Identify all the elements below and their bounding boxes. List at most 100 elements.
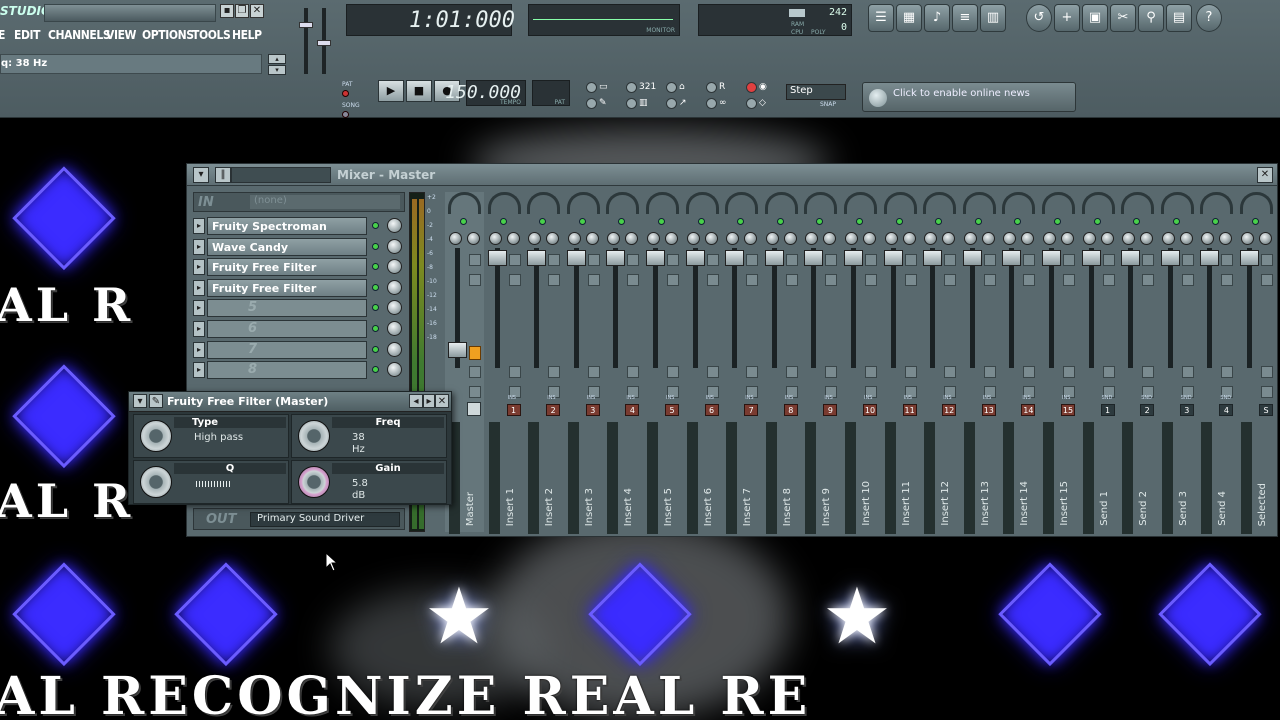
route-button[interactable]: 14 xyxy=(1021,404,1036,416)
mixer-strip-insert-1[interactable]: INS 1 Insert 1 xyxy=(485,192,524,534)
slot-mix-knob[interactable] xyxy=(387,341,402,357)
slot-menu-icon[interactable]: ▸ xyxy=(193,218,205,234)
volume-fader[interactable] xyxy=(764,250,784,266)
menu-file[interactable]: E xyxy=(0,28,5,42)
invert-phase-icon[interactable] xyxy=(983,254,996,266)
hint-scroll-down-icon[interactable]: ▾ xyxy=(268,65,286,75)
route-button[interactable]: 1 xyxy=(1100,404,1115,416)
swap-lr-icon[interactable] xyxy=(469,274,481,286)
pan-knob[interactable] xyxy=(845,232,858,245)
volume-fader[interactable] xyxy=(566,250,586,266)
slot-menu-icon[interactable]: ▸ xyxy=(193,279,205,296)
restore-button[interactable]: ❐ xyxy=(235,4,249,18)
invert-phase-icon[interactable] xyxy=(667,254,679,266)
prev-preset-icon[interactable]: ◂ xyxy=(409,394,423,408)
record-arm-icon[interactable] xyxy=(1221,366,1234,378)
channel-enable-led-icon[interactable] xyxy=(974,218,982,225)
route-button[interactable]: 4 xyxy=(1219,404,1234,416)
help-icon[interactable]: ? xyxy=(1196,4,1222,32)
volume-track[interactable] xyxy=(1167,248,1173,368)
swap-lr-icon[interactable] xyxy=(1142,274,1155,286)
volume-fader[interactable] xyxy=(685,250,705,266)
slot-name[interactable]: Fruity Free Filter xyxy=(207,278,367,297)
route-button[interactable]: 2 xyxy=(1140,404,1155,416)
menu-options[interactable]: OPTIONS xyxy=(142,28,194,42)
mixer-strip-send-2[interactable]: SND 2 Send 2 xyxy=(1118,192,1157,534)
invert-phase-icon[interactable] xyxy=(508,254,521,266)
volume-track[interactable] xyxy=(1088,248,1094,368)
slot-enable-led-icon[interactable] xyxy=(372,304,379,312)
volume-track[interactable] xyxy=(1049,248,1054,368)
type-knob[interactable] xyxy=(140,420,172,452)
stereo-separation-icon[interactable] xyxy=(448,192,481,214)
volume-fader[interactable] xyxy=(1200,250,1220,266)
stereo-separation-icon[interactable] xyxy=(646,192,679,214)
record-arm-icon[interactable] xyxy=(1102,366,1115,378)
route-button[interactable]: 6 xyxy=(704,404,719,416)
channel-enable-led-icon[interactable] xyxy=(1093,218,1101,225)
pan-knob[interactable] xyxy=(1043,232,1056,245)
stereo-separation-icon[interactable] xyxy=(566,192,600,214)
master-pitch-knob[interactable] xyxy=(317,40,331,46)
route-button[interactable]: 8 xyxy=(783,404,798,416)
swap-lr-icon[interactable] xyxy=(548,274,561,286)
mixer-strip-insert-3[interactable]: INS 3 Insert 3 xyxy=(564,192,603,534)
stereo-separation-icon[interactable] xyxy=(685,192,719,214)
effect-slot[interactable]: ▸ 7 xyxy=(193,340,405,360)
record-arm-icon[interactable] xyxy=(983,366,996,378)
pan-knob[interactable] xyxy=(1241,232,1254,245)
gain-knob[interactable] xyxy=(298,466,330,498)
volume-track[interactable] xyxy=(653,248,658,368)
stereo-separation-icon[interactable] xyxy=(606,192,640,214)
pan-knob[interactable] xyxy=(1003,232,1017,245)
master-volume-track[interactable] xyxy=(304,8,308,74)
effect-slot[interactable]: ▸ Fruity Spectroman xyxy=(193,216,405,236)
channel-enable-led-icon[interactable] xyxy=(539,218,547,225)
effect-slot[interactable]: ▸ 6 xyxy=(193,319,405,339)
invert-phase-icon[interactable] xyxy=(1261,254,1273,266)
pan-knob[interactable] xyxy=(805,232,819,245)
stereo-knob[interactable] xyxy=(625,232,639,245)
stereo-knob[interactable] xyxy=(1259,232,1272,245)
slot-name[interactable]: 7 xyxy=(207,340,367,359)
channel-enable-led-icon[interactable] xyxy=(1054,218,1061,225)
channel-enable-led-icon[interactable] xyxy=(1212,218,1220,225)
invert-phase-icon[interactable] xyxy=(1063,254,1075,266)
slot-name[interactable]: 8 xyxy=(207,361,367,380)
stereo-knob[interactable] xyxy=(1140,232,1154,245)
invert-phase-icon[interactable] xyxy=(706,254,719,266)
stereo-separation-icon[interactable] xyxy=(1081,192,1115,214)
pan-knob[interactable] xyxy=(647,232,660,245)
disk-record-icon[interactable] xyxy=(469,386,481,398)
record-arm-icon[interactable] xyxy=(587,366,600,378)
swap-lr-icon[interactable] xyxy=(1102,274,1115,286)
swap-lr-icon[interactable] xyxy=(983,274,996,286)
stereo-knob[interactable] xyxy=(1100,232,1114,245)
effect-slot[interactable]: ▸ 8 xyxy=(193,360,405,380)
record-arm-icon[interactable] xyxy=(785,366,798,378)
invert-phase-icon[interactable] xyxy=(865,254,877,266)
volume-fader[interactable] xyxy=(1042,250,1061,266)
swap-lr-icon[interactable] xyxy=(865,274,877,286)
pan-knob[interactable] xyxy=(726,232,740,245)
swap-lr-icon[interactable] xyxy=(904,274,917,286)
metronome-toggle[interactable] xyxy=(666,82,677,93)
hint-scroll-up-icon[interactable]: ▴ xyxy=(268,54,286,64)
volume-fader[interactable] xyxy=(448,342,467,358)
volume-fader[interactable] xyxy=(923,250,943,266)
slot-enable-led-icon[interactable] xyxy=(372,345,379,353)
plugin-title-bar[interactable]: ▾ ✎ Fruity Free Filter (Master) ◂ ▸ ✕ xyxy=(129,392,451,412)
stop-button[interactable]: ■ xyxy=(406,80,432,102)
slot-mix-knob[interactable] xyxy=(387,321,402,336)
effect-slot[interactable]: ▸ Wave Candy xyxy=(193,237,405,257)
mixer-strip-send-4[interactable]: SND 4 Send 4 xyxy=(1197,192,1236,534)
project-info-icon[interactable]: ▤ xyxy=(1166,4,1192,32)
slot-enable-led-icon[interactable] xyxy=(372,325,379,332)
channel-enable-led-icon[interactable] xyxy=(1014,218,1022,225)
step-sequencer-icon[interactable]: ▦ xyxy=(896,4,922,32)
mixer-title-bar[interactable]: ▾ ‖ Mixer - Master ✕ xyxy=(187,164,1277,186)
volume-track[interactable] xyxy=(1009,248,1015,368)
volume-fader[interactable] xyxy=(883,250,903,266)
wait-toggle[interactable] xyxy=(626,98,637,109)
pan-knob[interactable] xyxy=(607,232,621,245)
